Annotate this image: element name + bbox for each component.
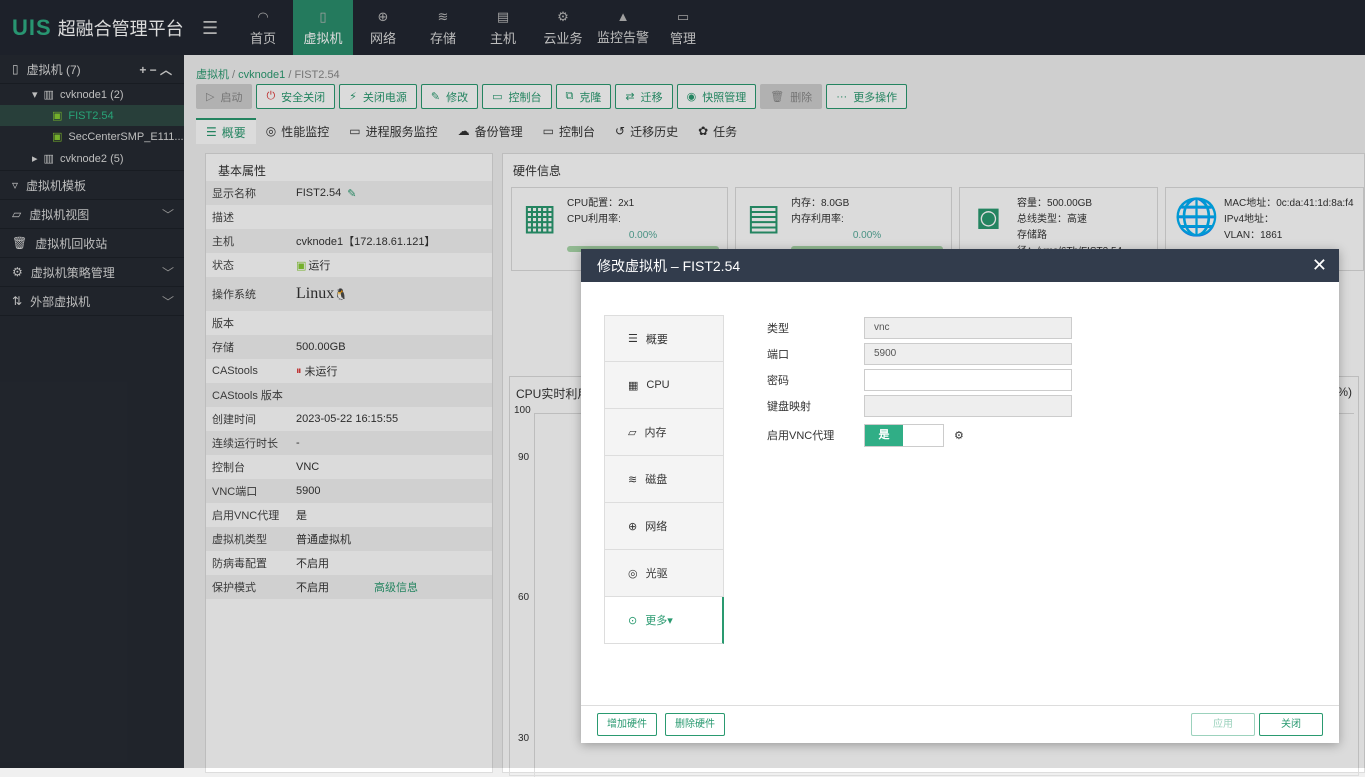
cpu-icon: ▦ — [628, 379, 639, 392]
port-field: 5900 — [864, 343, 1072, 365]
label: 内存 — [644, 427, 667, 439]
gear-icon[interactable]: ⚙ — [954, 429, 964, 442]
type-field: vnc — [864, 317, 1072, 339]
vnc-form: 类型 vnc 端口 5900 密码 键盘映射 启用VNC代理 是 ⚙ — [767, 315, 1072, 451]
port-label: 端口 — [767, 349, 789, 361]
dialog-nav-item-6[interactable]: ⊙ 更多▾ — [604, 597, 724, 644]
apply-button[interactable]: 应用 — [1191, 713, 1255, 736]
edit-vm-dialog: 修改虚拟机 – FIST2.54 ✕ ☰ 概要 ▦ CPU ▱ 内存 ≋ 磁盘 ⊕ 网络 ◎ 光驱 ⊙ 更多… — [581, 249, 1339, 743]
dialog-nav-item-0[interactable]: ☰ 概要 — [604, 315, 724, 362]
keymap-label: 键盘映射 — [767, 401, 811, 413]
label: 光驱 — [645, 568, 668, 580]
dialog-header: 修改虚拟机 – FIST2.54 ✕ — [581, 249, 1339, 282]
toggle-on-label: 是 — [865, 424, 903, 446]
add-hardware-button[interactable]: 增加硬件 — [597, 713, 657, 736]
remove-hardware-button[interactable]: 删除硬件 — [665, 713, 725, 736]
dialog-title: 修改虚拟机 – FIST2.54 — [597, 257, 741, 274]
dialog-nav: ☰ 概要 ▦ CPU ▱ 内存 ≋ 磁盘 ⊕ 网络 ◎ 光驱 ⊙ 更多▾ — [604, 315, 724, 644]
password-label: 密码 — [767, 375, 789, 387]
dialog-nav-item-4[interactable]: ⊕ 网络 — [604, 503, 724, 550]
list-icon: ☰ — [628, 333, 638, 345]
memory-icon: ▱ — [628, 426, 637, 439]
label: 网络 — [645, 521, 668, 533]
label: 磁盘 — [645, 474, 668, 486]
dialog-nav-item-1[interactable]: ▦ CPU — [604, 362, 724, 409]
disk-icon: ≋ — [628, 473, 638, 486]
close-icon[interactable]: ✕ — [1312, 255, 1327, 276]
vnc-proxy-toggle[interactable]: 是 — [864, 423, 944, 447]
close-button[interactable]: 关闭 — [1259, 713, 1323, 736]
dialog-nav-item-2[interactable]: ▱ 内存 — [604, 409, 724, 456]
dialog-nav-item-5[interactable]: ◎ 光驱 — [604, 550, 724, 597]
dialog-nav-item-3[interactable]: ≋ 磁盘 — [604, 456, 724, 503]
globe-icon: ⊕ — [628, 520, 638, 533]
label: 概要 — [645, 333, 668, 346]
label: CPU — [646, 379, 670, 391]
keymap-field — [864, 395, 1072, 417]
dialog-footer: 增加硬件 删除硬件 应用 关闭 — [581, 705, 1339, 743]
more-icon: ⊙ — [628, 614, 638, 627]
password-field[interactable] — [864, 369, 1072, 391]
label: 更多▾ — [645, 615, 673, 627]
type-label: 类型 — [767, 323, 789, 335]
vnc-proxy-label: 启用VNC代理 — [767, 430, 835, 442]
cdrom-icon: ◎ — [628, 567, 638, 580]
